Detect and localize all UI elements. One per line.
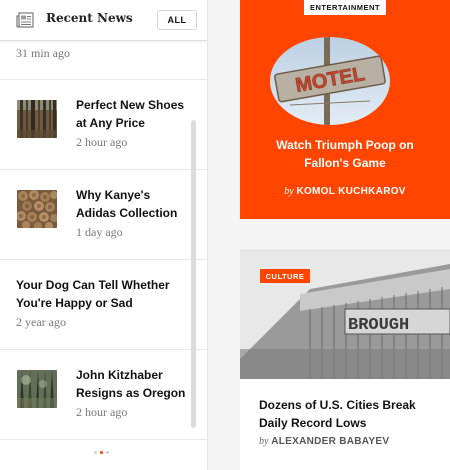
news-item-time: 1 day ago xyxy=(76,225,123,239)
news-item-kanye[interactable]: Why Kanye's Adidas Collection 1 day ago xyxy=(0,170,207,259)
pagination-dot-active[interactable] xyxy=(100,451,103,454)
card-title: Dozens of U.S. Cities Break Daily Record… xyxy=(259,398,416,430)
news-item-dog[interactable]: Your Dog Can Tell Whether You're Happy o… xyxy=(0,260,207,349)
author-link[interactable]: ALEXANDER BABAYEV xyxy=(271,436,389,447)
svg-text:BROUGH: BROUGH xyxy=(348,316,409,335)
card-byline: by KOMOL KUCHKAROV xyxy=(284,186,406,197)
news-item-kitzhaber[interactable]: John Kitzhaber Resigns as Oregon 2 hour … xyxy=(0,350,207,439)
category-tag: ENTERTAINMENT xyxy=(304,0,386,15)
scrollbar[interactable] xyxy=(191,120,196,428)
news-item-time: 2 hour ago xyxy=(76,405,128,419)
news-item-time: 2 hour ago xyxy=(76,135,128,149)
forest-thumbnail xyxy=(17,100,57,138)
news-icon xyxy=(16,12,34,28)
recent-news-panel: Recent News ALL 31 min ago Perfect New S… xyxy=(0,0,208,470)
news-item-title: Perfect New Shoes at Any Price xyxy=(76,98,185,130)
news-item-title: John Kitzhaber Resigns as Oregon xyxy=(76,368,186,400)
pagination-dot[interactable] xyxy=(106,451,109,454)
news-item-title: Why Kanye's Adidas Collection xyxy=(76,188,178,220)
pagination-dots xyxy=(94,451,109,454)
logs-thumbnail xyxy=(17,190,57,228)
divider xyxy=(0,439,207,440)
category-tag: CULTURE xyxy=(260,269,310,283)
entertainment-card[interactable]: ENTERTAINMENT MOTEL Watch Triumph Poop o… xyxy=(240,0,450,219)
news-item-time: 31 min ago xyxy=(16,46,70,60)
card-title: Watch Triumph Poop on Fallon's Game xyxy=(276,138,414,170)
all-news-button[interactable]: ALL xyxy=(157,10,197,30)
card-byline: by ALEXANDER BABAYEV xyxy=(259,436,390,447)
news-item-perfect-shoes[interactable]: Perfect New Shoes at Any Price 2 hour ag… xyxy=(0,80,207,169)
news-item-title: Your Dog Can Tell Whether You're Happy o… xyxy=(16,278,170,310)
motel-sign-image: MOTEL xyxy=(270,37,390,125)
panel-header: Recent News ALL xyxy=(0,0,207,41)
author-link[interactable]: KOMOL KUCHKAROV xyxy=(296,186,405,197)
pagination-dot[interactable] xyxy=(94,451,97,454)
forest-thumbnail xyxy=(17,370,57,408)
culture-card[interactable]: BROUGH CULTURE Dozens of U.S. Cities Bre… xyxy=(240,249,450,470)
panel-title: Recent News xyxy=(46,11,133,25)
news-item-time: 2 year ago xyxy=(16,315,66,329)
